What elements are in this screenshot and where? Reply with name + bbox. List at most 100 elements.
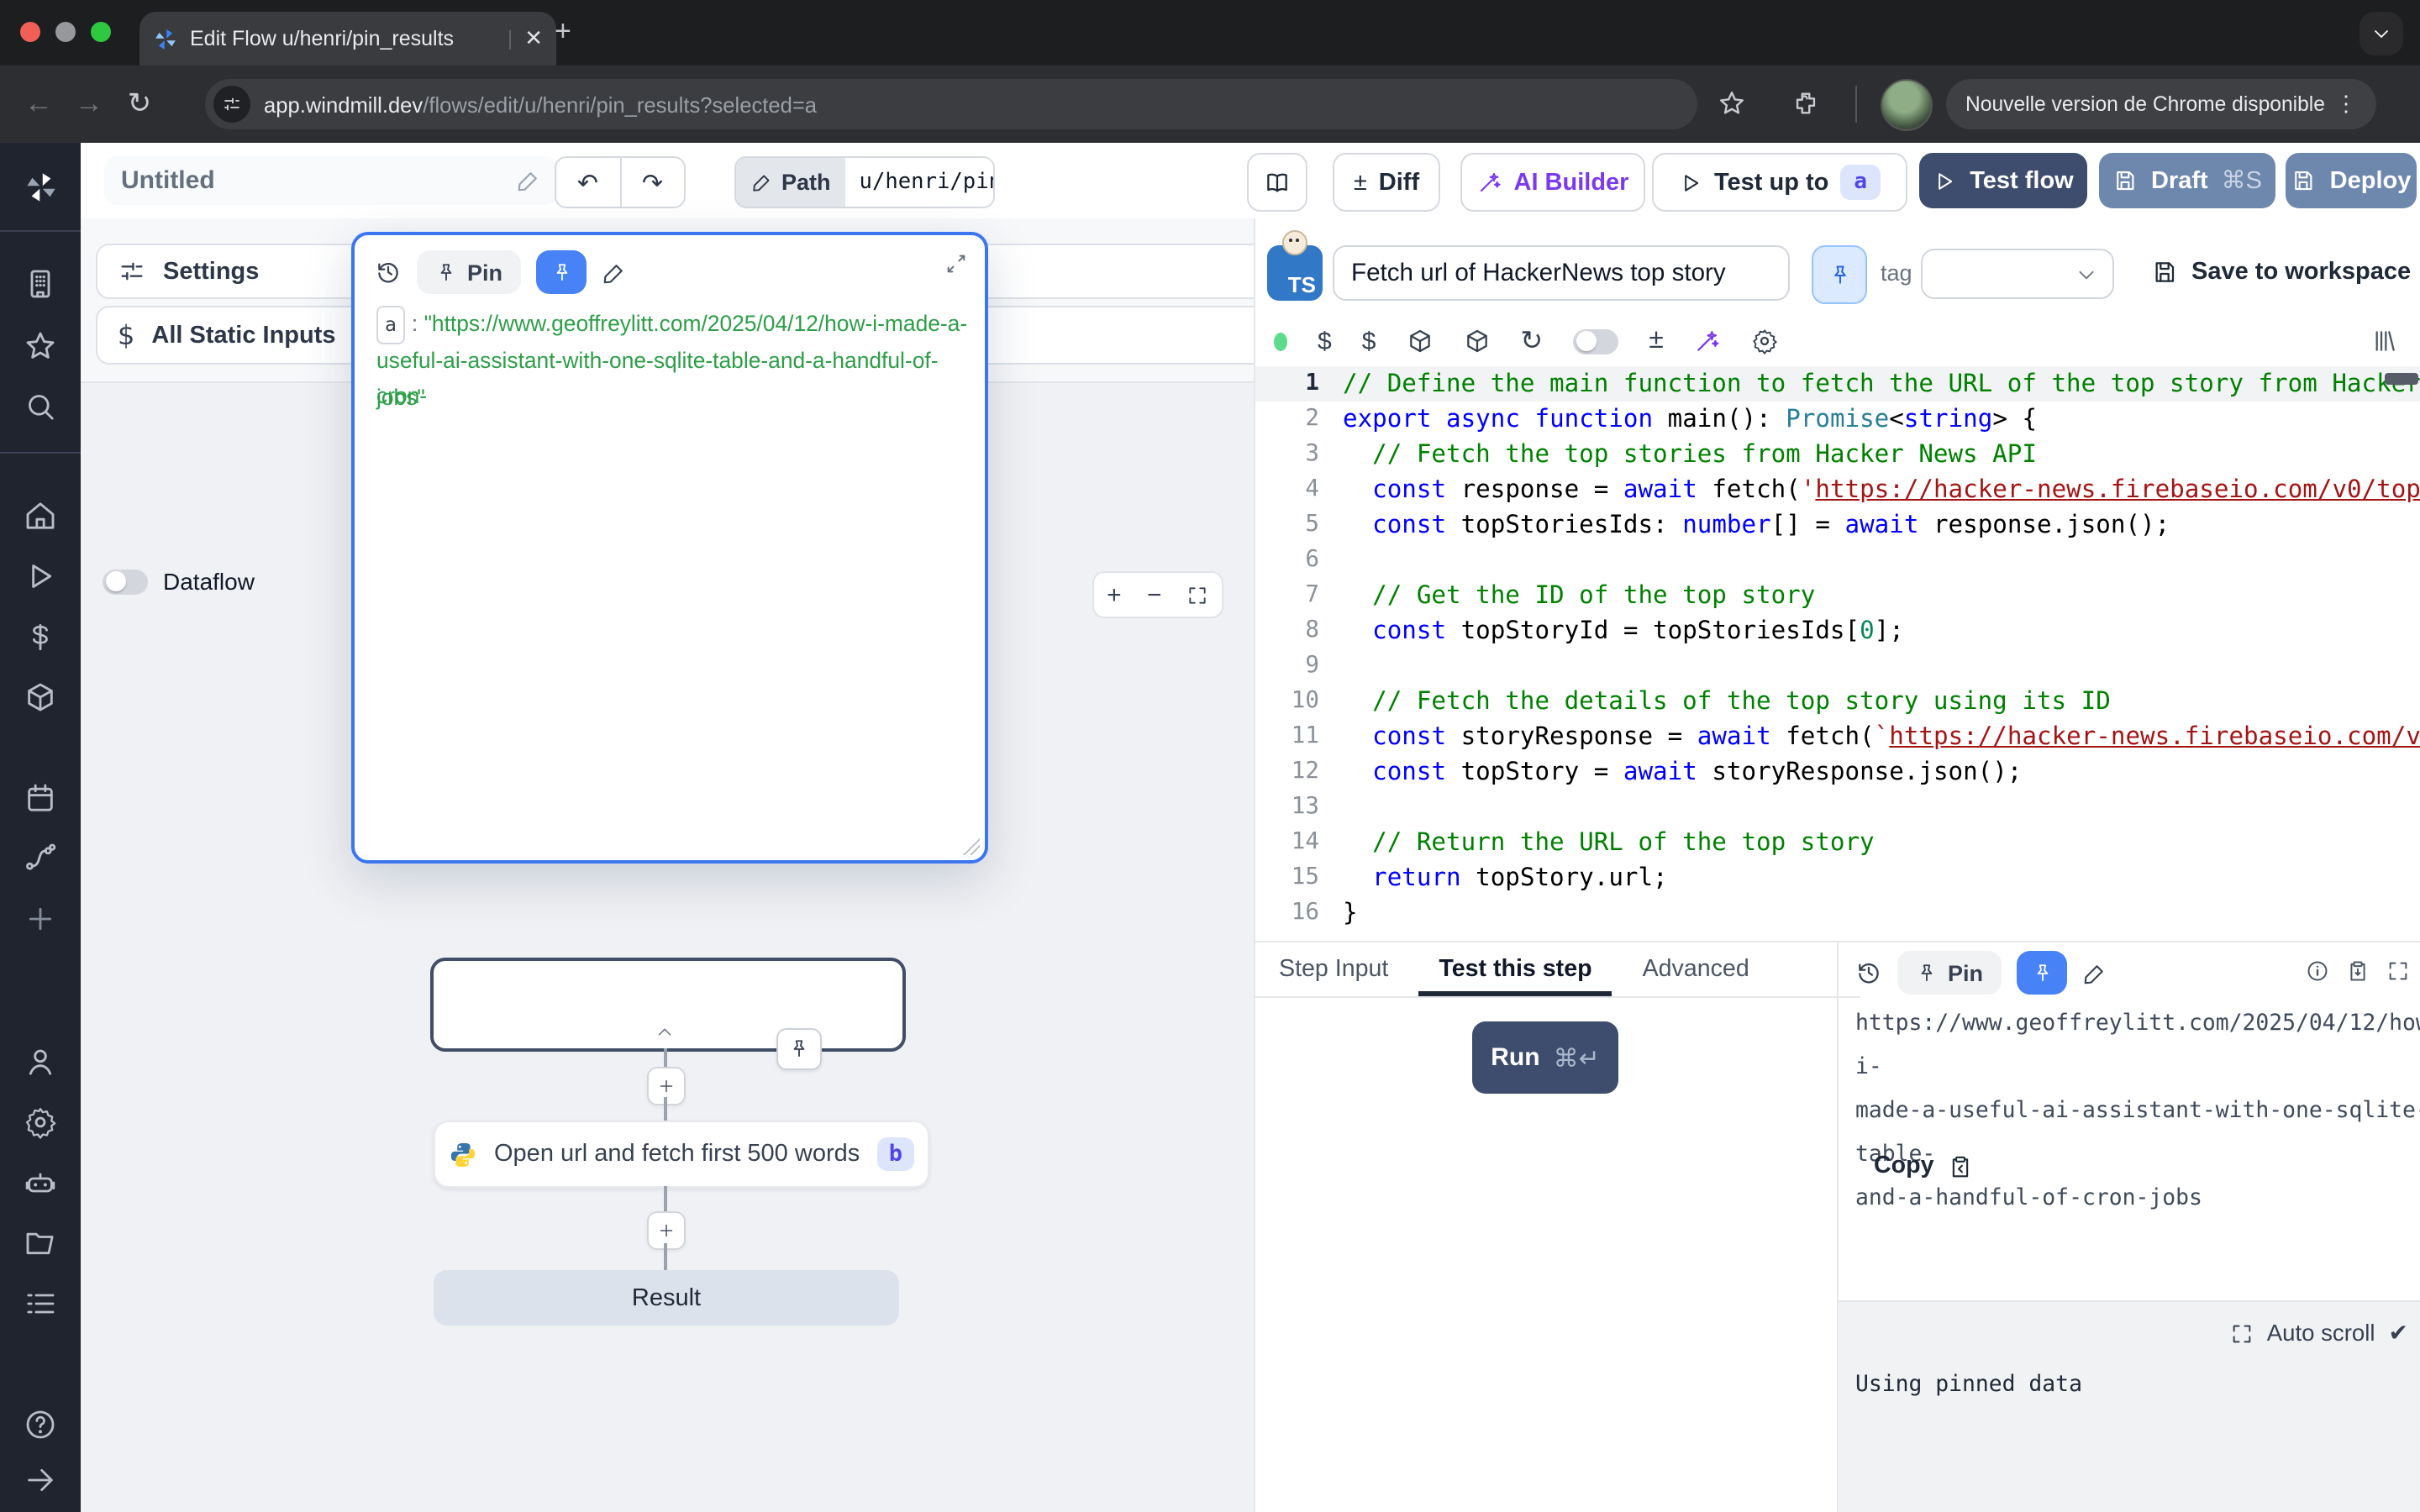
code-line[interactable]: 15 return topStory.url;	[1255, 860, 2420, 895]
zoom-out-icon[interactable]: −	[1147, 580, 1162, 609]
pin-button[interactable]: Pin	[1897, 951, 2002, 995]
sidebar-item-folders[interactable]	[24, 1226, 57, 1260]
dataflow-toggle[interactable]	[103, 569, 148, 594]
pinned-toggle-button[interactable]	[536, 250, 587, 294]
path-button[interactable]: Path u/henri/pin	[734, 156, 995, 208]
diff-mode-icon[interactable]: ±	[1649, 326, 1664, 356]
editor-toggle[interactable]	[1573, 328, 1618, 354]
test-flow-button[interactable]: Test flow	[1919, 153, 2087, 208]
step-pin-button[interactable]	[1812, 245, 1867, 304]
variable-dollar-icon[interactable]: $	[1318, 327, 1332, 355]
code-line[interactable]: 11 const storyResponse = await fetch(`ht…	[1255, 719, 2420, 754]
run-button[interactable]: Run ⌘↵	[1472, 1021, 1618, 1094]
edit-title-pencil-icon[interactable]	[516, 168, 541, 193]
windmill-logo-icon[interactable]	[24, 170, 57, 203]
tab-close-icon[interactable]: ✕	[524, 25, 543, 52]
code-line[interactable]: 12 const topStory = await storyResponse.…	[1255, 754, 2420, 790]
browser-tab[interactable]: Edit Flow u/henri/pin_results | ✕	[139, 12, 556, 66]
code-line[interactable]: 10 // Fetch the details of the top story…	[1255, 684, 2420, 719]
sidebar-item-variables[interactable]	[24, 620, 57, 654]
code-line[interactable]: 1// Define the main function to fetch th…	[1255, 366, 2420, 402]
expand-popup-icon[interactable]	[944, 252, 968, 276]
history-icon[interactable]	[1855, 959, 1882, 986]
flow-title-field[interactable]: Untitled	[104, 156, 558, 205]
pin-button[interactable]: Pin	[417, 250, 521, 294]
history-icon[interactable]	[375, 259, 402, 286]
bookmark-star-icon[interactable]	[1718, 89, 1746, 118]
traffic-light-close[interactable]	[20, 22, 40, 42]
docs-book-button[interactable]	[1247, 153, 1307, 212]
insert-step-button[interactable]	[647, 1211, 686, 1250]
collapse-chevron-icon[interactable]	[645, 1020, 684, 1043]
fullscreen-icon[interactable]	[2386, 959, 2410, 983]
assistant-panel-icon[interactable]	[2371, 328, 2398, 354]
tab-advanced[interactable]: Advanced	[1643, 956, 1749, 983]
sidebar-item-resources[interactable]	[24, 680, 57, 714]
diff-button[interactable]: ±Diff	[1333, 153, 1440, 212]
extensions-icon[interactable]	[1791, 89, 1820, 118]
package-icon[interactable]	[1463, 328, 1490, 354]
sidebar-item-settings[interactable]	[24, 1105, 57, 1139]
code-line[interactable]: 3 // Fetch the top stories from Hacker N…	[1255, 437, 2420, 472]
tag-select[interactable]	[1921, 249, 2114, 299]
code-line[interactable]: 8 const topStoryId = topStoriesIds[0];	[1255, 613, 2420, 648]
tab-search-chevron-icon[interactable]	[2360, 12, 2403, 55]
edit-pin-pencil-icon[interactable]	[602, 260, 627, 285]
traffic-light-zoom[interactable]	[91, 22, 111, 42]
sidebar-item-workers[interactable]	[24, 1166, 57, 1200]
fit-view-icon[interactable]	[1187, 584, 1209, 606]
chrome-update-button[interactable]: Nouvelle version de Chrome disponible ⋮	[1946, 79, 2376, 129]
back-icon[interactable]: ←	[13, 87, 64, 121]
sidebar-item-favorites[interactable]	[24, 329, 57, 363]
flow-result-node[interactable]: Result	[434, 1270, 899, 1326]
code-line[interactable]: 7 // Get the ID of the top story	[1255, 578, 2420, 613]
sidebar-item-add[interactable]	[24, 902, 57, 936]
sidebar-item-schedules[interactable]	[24, 781, 57, 815]
chrome-menu-kebab-icon[interactable]: ⋮	[2335, 91, 2357, 118]
test-up-to-button[interactable]: Test up to a	[1652, 153, 1907, 212]
editor-settings-gear-icon[interactable]	[1751, 328, 1778, 354]
resource-dollar-icon[interactable]: $	[1362, 327, 1376, 355]
code-line[interactable]: 4 const response = await fetch('https://…	[1255, 472, 2420, 507]
ai-builder-button[interactable]: AI Builder	[1460, 153, 1645, 212]
code-line[interactable]: 9	[1255, 648, 2420, 684]
site-settings-icon[interactable]	[213, 86, 250, 123]
deploy-button[interactable]: Deploy	[2286, 153, 2417, 208]
traffic-light-minimize[interactable]	[55, 22, 76, 42]
profile-avatar[interactable]	[1881, 79, 1933, 131]
editor-scrollbar-thumb[interactable]	[2385, 373, 2418, 385]
undo-button[interactable]: ↶	[556, 158, 619, 207]
sidebar-item-flows[interactable]	[24, 842, 57, 875]
sidebar-item-home[interactable]	[24, 499, 57, 533]
popup-resize-handle[interactable]	[963, 838, 980, 855]
info-icon[interactable]	[2306, 959, 2329, 983]
code-line[interactable]: 6	[1255, 543, 2420, 578]
zoom-in-icon[interactable]: +	[1107, 580, 1122, 609]
code-line[interactable]: 5 const topStoriesIds: number[] = await …	[1255, 507, 2420, 543]
reload-code-icon[interactable]: ↻	[1520, 324, 1543, 358]
auto-scroll-control[interactable]: Auto scroll ✔	[2230, 1319, 2408, 1347]
forward-icon[interactable]: →	[64, 87, 114, 121]
insert-step-button[interactable]	[647, 1067, 686, 1105]
code-line[interactable]: 16}	[1255, 895, 2420, 931]
code-line[interactable]: 14 // Return the URL of the top story	[1255, 825, 2420, 860]
sidebar-collapse-icon[interactable]	[24, 1463, 57, 1497]
package-icon[interactable]	[1406, 328, 1433, 354]
code-line[interactable]: 2export async function main(): Promise<s…	[1255, 402, 2420, 437]
sidebar-item-workspace[interactable]	[24, 267, 57, 301]
sidebar-item-audit-logs[interactable]	[24, 1287, 57, 1320]
flow-node-b[interactable]: Open url and fetch first 500 words of ..…	[434, 1121, 929, 1188]
address-bar[interactable]: app.windmill.dev/flows/edit/u/henri/pin_…	[205, 79, 1697, 129]
sidebar-item-runs[interactable]	[24, 559, 57, 593]
code-editor[interactable]: 1// Define the main function to fetch th…	[1255, 366, 2420, 941]
sidebar-item-user[interactable]	[24, 1045, 57, 1079]
reload-icon[interactable]: ↻	[114, 87, 165, 121]
step-name-input[interactable]: Fetch url of HackerNews top story	[1333, 245, 1790, 301]
ai-wand-icon[interactable]	[1694, 328, 1721, 354]
sidebar-item-help[interactable]	[24, 1408, 57, 1441]
edit-pin-pencil-icon[interactable]	[2082, 960, 2107, 985]
copy-button[interactable]: Copy	[1874, 1152, 1973, 1179]
new-tab-button[interactable]: +	[555, 22, 571, 42]
code-line[interactable]: 13	[1255, 790, 2420, 825]
pinned-toggle-button[interactable]	[2017, 951, 2067, 995]
